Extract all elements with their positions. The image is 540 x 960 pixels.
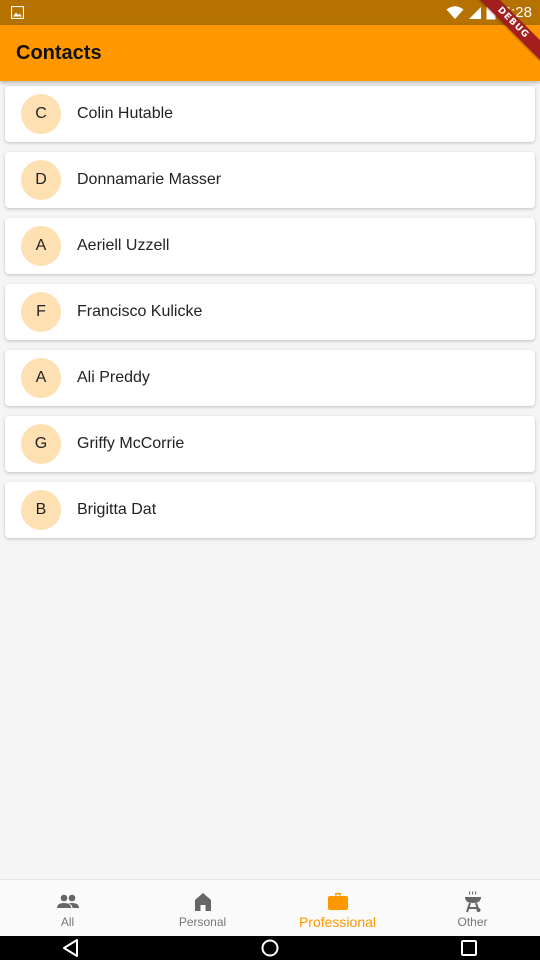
page-title: Contacts bbox=[16, 42, 102, 64]
avatar: F bbox=[21, 292, 61, 332]
contact-name: Donnamarie Masser bbox=[77, 171, 222, 188]
list-item[interactable]: D Donnamarie Masser bbox=[5, 152, 535, 208]
nav-label: Professional bbox=[298, 914, 377, 930]
nav-item-personal[interactable]: Personal bbox=[135, 880, 270, 936]
wifi-icon bbox=[446, 5, 464, 19]
home-icon bbox=[194, 893, 211, 911]
nav-label: Other bbox=[457, 915, 488, 929]
list-item[interactable]: A Ali Preddy bbox=[5, 350, 535, 406]
home-circle-icon[interactable] bbox=[260, 938, 280, 958]
contact-name: Colin Hutable bbox=[77, 105, 174, 122]
list-item[interactable]: F Francisco Kulicke bbox=[5, 284, 535, 340]
avatar: G bbox=[21, 424, 61, 464]
bottom-navigation: All Personal Professional Other bbox=[0, 879, 540, 936]
list-item[interactable]: C Colin Hutable bbox=[5, 86, 535, 142]
list-item[interactable]: B Brigitta Dat bbox=[5, 482, 535, 538]
recents-icon[interactable] bbox=[459, 938, 479, 958]
avatar: D bbox=[21, 160, 61, 200]
nav-item-professional[interactable]: Professional bbox=[270, 880, 405, 936]
back-icon[interactable] bbox=[61, 938, 81, 958]
contact-list: C Colin Hutable D Donnamarie Masser A Ae… bbox=[5, 86, 535, 548]
avatar: C bbox=[21, 94, 61, 134]
signal-icon bbox=[468, 6, 481, 19]
briefcase-icon bbox=[327, 893, 348, 910]
avatar: A bbox=[21, 358, 61, 398]
list-item[interactable]: G Griffy McCorrie bbox=[5, 416, 535, 472]
nav-item-other[interactable]: Other bbox=[405, 880, 540, 936]
contact-name: Griffy McCorrie bbox=[77, 435, 185, 452]
system-navigation-bar bbox=[0, 936, 540, 960]
nav-label: All bbox=[60, 915, 75, 929]
avatar: B bbox=[21, 490, 61, 530]
contact-name: Francisco Kulicke bbox=[77, 303, 203, 320]
nav-label: Personal bbox=[178, 915, 227, 929]
nav-item-all[interactable]: All bbox=[0, 880, 135, 936]
grill-icon bbox=[464, 891, 481, 913]
app-bar: Contacts bbox=[0, 25, 540, 81]
people-icon bbox=[56, 894, 79, 908]
avatar: A bbox=[21, 226, 61, 266]
status-bar: 4:28 bbox=[0, 0, 540, 25]
contact-name: Brigitta Dat bbox=[77, 501, 157, 518]
list-item[interactable]: A Aeriell Uzzell bbox=[5, 218, 535, 274]
contact-name: Aeriell Uzzell bbox=[77, 237, 170, 254]
image-icon bbox=[11, 6, 24, 19]
contact-name: Ali Preddy bbox=[77, 369, 150, 386]
